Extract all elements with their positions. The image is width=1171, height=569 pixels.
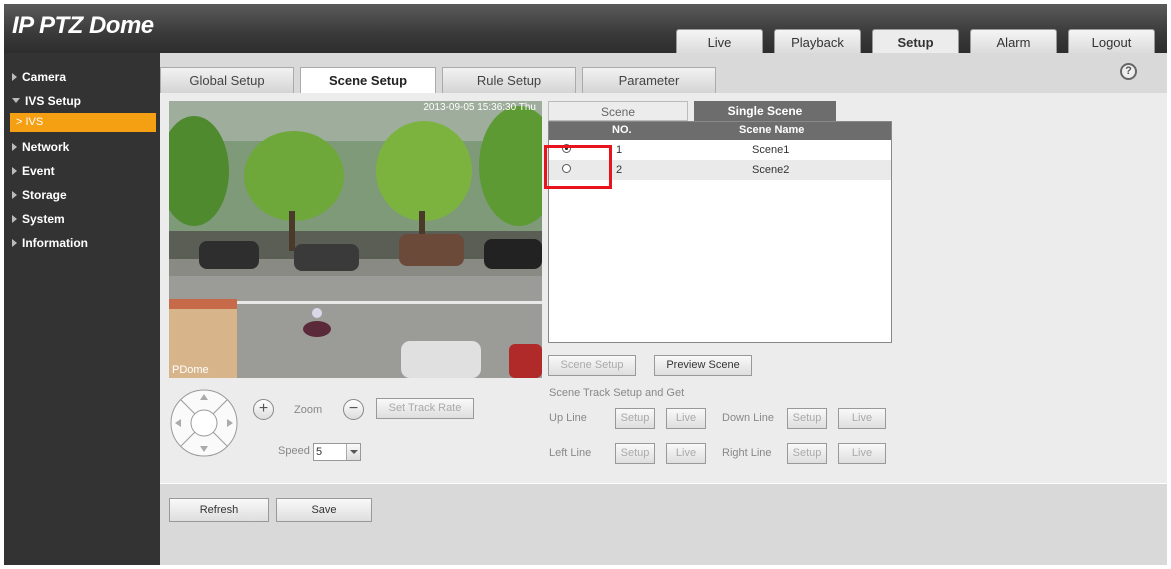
up-line-setup-button[interactable]: Setup [615,408,655,429]
app-logo: IP PTZ Dome [12,12,154,39]
column-header-scene-name: Scene Name [739,124,805,136]
chevron-right-icon [12,239,17,247]
chevron-right-icon: > [16,116,23,128]
scene-no: 1 [616,144,623,156]
left-line-label: Left Line [549,447,592,459]
sidebar-item-system[interactable]: System [4,207,160,231]
sidebar-menu: Camera IVS Setup > IVS Network Event Sto… [4,53,160,565]
chevron-right-icon [12,215,17,223]
scene-name: Scene1 [752,144,790,156]
content-area: Global Setup Scene Setup Rule Setup Para… [160,53,1167,565]
nav-tab-playback[interactable]: Playback [774,29,861,56]
nav-tab-live[interactable]: Live [676,29,763,56]
sidebar-item-event[interactable]: Event [4,159,160,183]
nav-tab-alarm[interactable]: Alarm [970,29,1057,56]
highlight-box [544,145,612,189]
speed-select-value: 5 [316,446,323,458]
zoom-out-button[interactable]: − [343,399,364,420]
right-line-setup-button[interactable]: Setup [787,443,827,464]
zoom-in-button[interactable]: + [253,399,274,420]
tab-scene-setup[interactable]: Scene Setup [300,67,436,94]
tab-parameter[interactable]: Parameter [582,67,716,93]
chevron-right-icon [12,143,17,151]
sidebar-item-label: Storage [22,188,67,202]
scene-no: 2 [616,164,623,176]
left-line-setup-button[interactable]: Setup [615,443,655,464]
chevron-down-icon [12,98,20,103]
zoom-label: Zoom [294,404,323,416]
ptz-pad-graphic [170,389,238,457]
speed-select[interactable]: 5 [313,443,361,461]
table-header: NO. Scene Name [549,122,891,140]
video-channel-label: PDome [172,364,209,376]
sidebar-subitem-label: IVS [25,116,44,128]
sidebar-item-ivs-setup[interactable]: IVS Setup [4,89,160,113]
left-line-live-button[interactable]: Live [666,443,706,464]
divider [160,483,1167,484]
down-line-live-button[interactable]: Live [838,408,886,429]
tab-single-scene[interactable]: Single Scene [694,101,836,121]
sidebar-item-label: Network [22,140,70,154]
right-line-live-button[interactable]: Live [838,443,886,464]
sidebar-item-label: Information [22,236,88,250]
column-header-no: NO. [612,124,632,136]
save-button[interactable]: Save [276,498,372,522]
sidebar-item-label: Event [22,164,55,178]
sidebar-item-information[interactable]: Information [4,231,160,255]
ptz-direction-pad[interactable] [169,388,239,458]
sidebar-item-storage[interactable]: Storage [4,183,160,207]
sidebar-item-network[interactable]: Network [4,135,160,159]
chevron-right-icon [12,191,17,199]
speed-label: Speed [278,445,310,457]
chevron-right-icon [12,167,17,175]
down-line-label: Down Line [722,412,774,424]
preview-scene-button[interactable]: Preview Scene [654,355,752,376]
scene-setup-panel: 2013-09-05 15:36:30 Thu PDome + Zoom − S… [160,93,1167,483]
video-preview[interactable]: 2013-09-05 15:36:30 Thu PDome [169,101,542,378]
nav-tab-logout[interactable]: Logout [1068,29,1155,56]
top-header: IP PTZ Dome Live Playback Setup Alarm Lo… [4,4,1167,56]
up-line-live-button[interactable]: Live [666,408,706,429]
tab-rule-setup[interactable]: Rule Setup [442,67,576,93]
sidebar-item-label: System [22,212,65,226]
nav-tab-setup[interactable]: Setup [872,29,959,56]
camera-feed-image [169,101,542,378]
up-line-label: Up Line [549,412,587,424]
right-line-label: Right Line [722,447,772,459]
sidebar-item-label: Camera [22,70,67,84]
set-track-rate-button[interactable]: Set Track Rate [376,398,474,419]
sidebar-subitem-ivs[interactable]: > IVS [10,113,156,132]
tab-scene[interactable]: Scene [548,101,688,121]
scene-name: Scene2 [752,164,790,176]
tab-global-setup[interactable]: Global Setup [160,67,294,93]
down-line-setup-button[interactable]: Setup [787,408,827,429]
scene-track-title: Scene Track Setup and Get [549,387,685,399]
chevron-down-icon [346,444,360,460]
sidebar-item-camera[interactable]: Camera [4,65,160,89]
chevron-right-icon [12,73,17,81]
help-icon[interactable]: ? [1120,63,1137,80]
refresh-button[interactable]: Refresh [169,498,269,522]
scene-setup-button[interactable]: Scene Setup [548,355,636,376]
sidebar-item-label: IVS Setup [25,94,82,108]
video-timestamp: 2013-09-05 15:36:30 Thu [423,102,536,113]
